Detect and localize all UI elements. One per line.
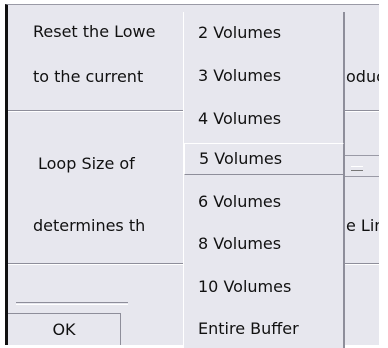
reset-text-line2: to the current — [33, 67, 144, 86]
menu-item-entire-buffer[interactable]: Entire Buffer — [184, 314, 344, 344]
reset-text-line1: Reset the Lowe — [33, 22, 156, 41]
determines-text-tail: e Lin — [346, 216, 379, 235]
loop-size-popup-menu: 2 Volumes 3 Volumes 4 Volumes 5 Volumes … — [183, 12, 345, 348]
loop-size-option-button[interactable] — [344, 155, 379, 177]
ok-button[interactable]: OK — [8, 302, 128, 345]
determines-text: determines th — [33, 216, 146, 235]
menu-item-6-volumes[interactable]: 6 Volumes — [184, 187, 344, 217]
loop-size-label: Loop Size of — [38, 154, 135, 173]
menu-item-8-volumes[interactable]: 8 Volumes — [184, 229, 344, 259]
option-menu-indicator-icon — [351, 166, 363, 171]
menu-item-5-volumes[interactable]: 5 Volumes — [184, 143, 344, 175]
menu-item-4-volumes[interactable]: 4 Volumes — [184, 104, 344, 134]
reset-text-line2-tail: oduc — [346, 67, 379, 86]
menu-item-10-volumes[interactable]: 10 Volumes — [184, 272, 344, 302]
menu-item-3-volumes[interactable]: 3 Volumes — [184, 61, 344, 91]
menu-item-2-volumes[interactable]: 2 Volumes — [184, 18, 344, 48]
